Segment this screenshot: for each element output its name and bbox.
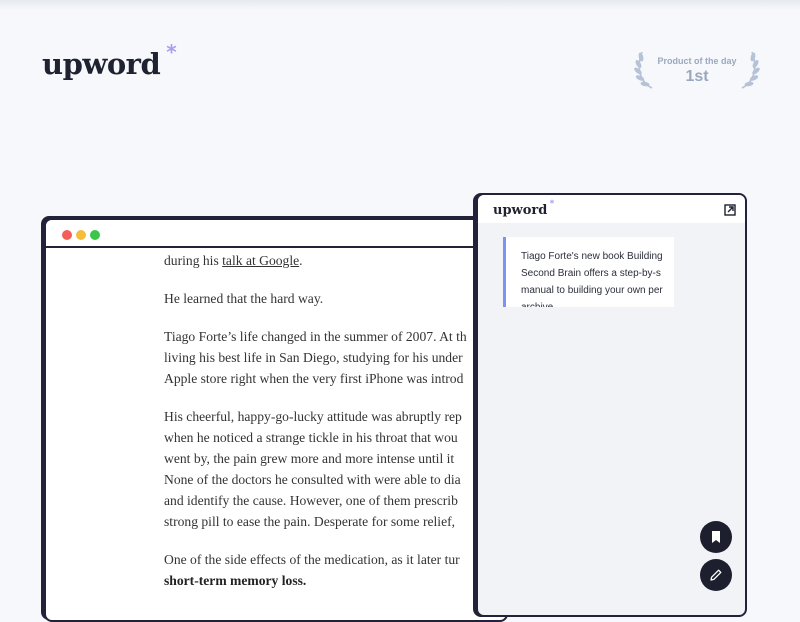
pencil-icon (710, 569, 722, 581)
minimize-window-dot[interactable] (76, 230, 86, 240)
article-paragraph: His cheerful, happy-go-lucky attitude wa… (164, 409, 462, 529)
bookmark-icon (712, 531, 720, 543)
top-shadow (0, 0, 800, 10)
brand-logo[interactable]: upword * (42, 40, 177, 81)
article-paragraph: One of the side effects of the medicatio… (164, 552, 460, 588)
laurel-right-icon (741, 51, 760, 89)
brand-star-icon: * (166, 40, 177, 64)
article-paragraph: during his talk at Google. (164, 253, 303, 268)
panel-header: upword * (478, 195, 745, 223)
summary-card[interactable]: Tiago Forte's new book Building Second B… (503, 237, 674, 307)
close-window-dot[interactable] (62, 230, 72, 240)
panel-star-icon: * (549, 199, 555, 209)
article-body: during his talk at Google. He learned th… (164, 250, 506, 608)
edit-button[interactable] (700, 559, 732, 591)
maximize-window-dot[interactable] (90, 230, 100, 240)
product-of-the-day-badge: Product of the day 1st (634, 46, 760, 90)
article-paragraph: He learned that the hard way. (164, 291, 324, 306)
open-external-icon[interactable] (724, 204, 736, 216)
upword-extension-panel: upword * Tiago Forte's new book Building… (476, 193, 747, 617)
brand-name: upword (42, 47, 161, 81)
article-paragraph: Tiago Forte’s life changed in the summer… (164, 329, 467, 386)
bold-phrase: short-term memory loss. (164, 573, 307, 588)
panel-logo: upword * (493, 199, 555, 218)
bookmark-button[interactable] (700, 521, 732, 553)
browser-title-bar (46, 220, 506, 248)
talk-at-google-link[interactable]: talk at Google (222, 253, 299, 268)
browser-window: during his talk at Google. He learned th… (44, 218, 508, 622)
